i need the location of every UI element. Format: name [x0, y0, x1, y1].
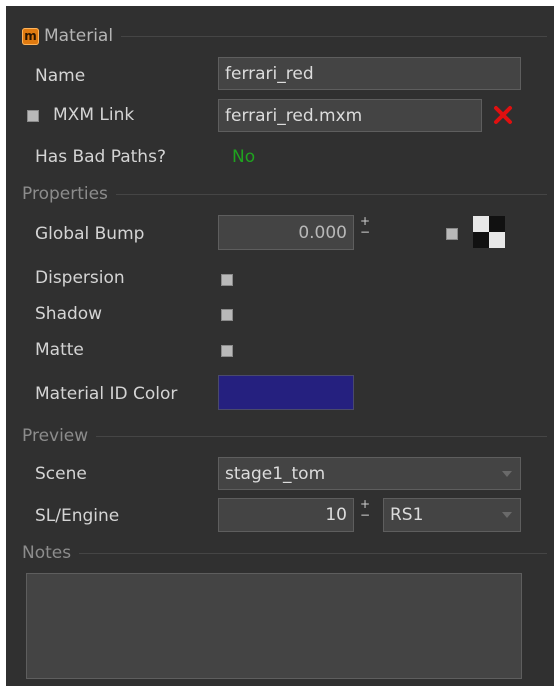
global-bump-value: 0.000	[298, 222, 347, 243]
properties-section-header: Properties	[22, 184, 547, 204]
section-divider	[115, 193, 547, 195]
notes-textarea[interactable]	[26, 573, 522, 679]
global-bump-field[interactable]: 0.000	[218, 215, 354, 250]
chevron-down-icon	[502, 470, 512, 477]
global-bump-label: Global Bump	[35, 224, 145, 244]
dispersion-checkbox[interactable]	[221, 274, 233, 286]
sl-spinner[interactable]: + −	[359, 498, 371, 521]
name-field[interactable]: ferrari_red	[218, 57, 521, 90]
sl-field[interactable]: 10	[218, 498, 354, 532]
sl-engine-label: SL/Engine	[35, 506, 120, 526]
matte-label: Matte	[35, 340, 84, 360]
spin-minus[interactable]: −	[359, 226, 371, 238]
name-value: ferrari_red	[225, 63, 314, 84]
notes-section-header: Notes	[22, 543, 547, 563]
shadow-label: Shadow	[35, 304, 103, 324]
engine-value: RS1	[390, 505, 424, 525]
section-divider	[96, 435, 547, 437]
notes-section-title: Notes	[22, 543, 72, 563]
section-divider	[121, 35, 547, 37]
material-icon: m	[22, 27, 39, 45]
material-id-color-swatch[interactable]	[218, 375, 354, 410]
close-x-icon[interactable]	[492, 104, 514, 126]
mxm-link-field[interactable]: ferrari_red.mxm	[218, 99, 482, 132]
material-id-color-label: Material ID Color	[35, 384, 178, 404]
bad-paths-value: No	[232, 147, 256, 167]
material-editor-panel: m Material Name ferrari_red MXM Link fer…	[6, 6, 554, 686]
matte-checkbox[interactable]	[221, 345, 233, 357]
checker-texture-icon[interactable]	[473, 216, 505, 248]
sl-value: 10	[325, 505, 347, 525]
material-section-header: m Material	[22, 26, 547, 46]
chevron-down-icon	[502, 512, 512, 518]
mxm-link-value: ferrari_red.mxm	[225, 105, 363, 126]
material-section-title: Material	[44, 26, 114, 46]
scene-dropdown[interactable]: stage1_tom	[218, 457, 521, 490]
dispersion-label: Dispersion	[35, 268, 125, 288]
bump-map-checkbox[interactable]	[446, 228, 458, 240]
name-label: Name	[35, 66, 86, 86]
preview-section-header: Preview	[22, 426, 547, 446]
engine-dropdown[interactable]: RS1	[383, 498, 521, 532]
section-divider	[79, 552, 547, 554]
bad-paths-label: Has Bad Paths?	[35, 147, 166, 167]
shadow-checkbox[interactable]	[221, 309, 233, 321]
scene-value: stage1_tom	[225, 463, 326, 484]
scene-label: Scene	[35, 464, 87, 484]
mxm-link-checkbox[interactable]	[27, 110, 39, 122]
global-bump-spinner[interactable]: + −	[359, 215, 371, 238]
properties-section-title: Properties	[22, 184, 108, 204]
mxm-link-label: MXM Link	[53, 105, 135, 125]
spin-minus[interactable]: −	[359, 509, 371, 521]
preview-section-title: Preview	[22, 426, 89, 446]
